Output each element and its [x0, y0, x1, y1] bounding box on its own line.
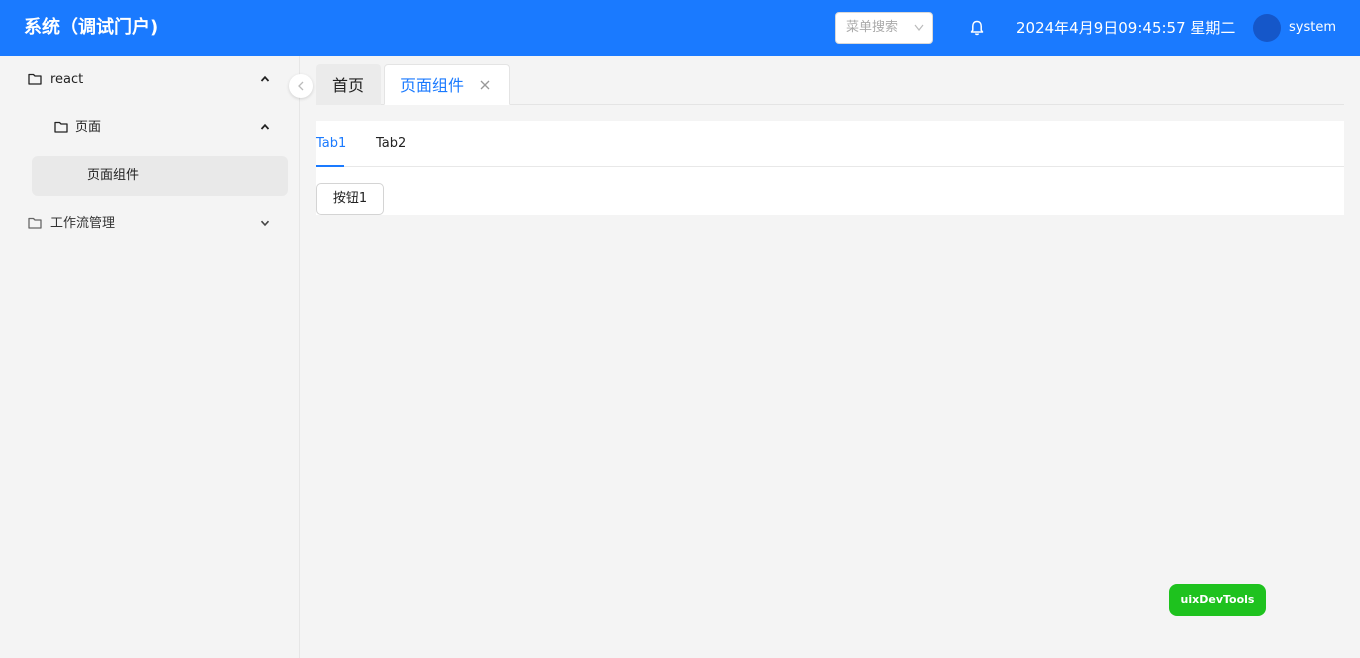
inner-tab-bar: Tab1 Tab2 — [316, 121, 1344, 167]
current-datetime: 2024年4月9日09:45:57 星期二 — [1016, 19, 1236, 37]
chevron-left-icon — [298, 81, 304, 91]
devtools-button[interactable]: uixDevTools — [1169, 584, 1266, 616]
chevron-up-icon — [260, 75, 270, 82]
menu-search-placeholder: 菜单搜索 — [846, 20, 899, 35]
sidebar-item-label: 页面 — [75, 120, 102, 135]
app-title: 系统（调试门户) — [24, 17, 159, 38]
chevron-up-icon — [260, 123, 270, 130]
sidebar: react 页面 页面组件 工作流管理 — [0, 56, 300, 658]
bell-icon[interactable] — [968, 19, 986, 37]
folder-icon — [54, 121, 68, 133]
avatar[interactable] — [1253, 14, 1281, 42]
username[interactable]: system — [1289, 20, 1336, 36]
content-card: Tab1 Tab2 按钮1 — [316, 121, 1344, 215]
sidebar-item-react[interactable]: react — [16, 60, 288, 100]
page-tab-bar: 首页 页面组件 — [316, 64, 1344, 105]
close-icon[interactable] — [480, 80, 490, 90]
folder-icon — [28, 73, 42, 85]
chevron-down-icon — [260, 220, 270, 227]
sidebar-item-label: react — [50, 72, 84, 87]
button-1[interactable]: 按钮1 — [316, 183, 384, 215]
sidebar-item-label: 页面组件 — [87, 168, 140, 183]
sidebar-collapse-button[interactable] — [289, 74, 313, 98]
sidebar-item-label: 工作流管理 — [50, 216, 116, 231]
active-tab-indicator — [316, 165, 344, 167]
tab-1[interactable]: Tab1 — [316, 135, 346, 153]
menu-search-select[interactable]: 菜单搜索 — [835, 12, 933, 44]
sidebar-item-workflow[interactable]: 工作流管理 — [16, 204, 288, 244]
top-header: 系统（调试门户) 菜单搜索 2024年4月9日09:45:57 星期二 syst… — [0, 0, 1360, 56]
page-tab-label: 首页 — [332, 76, 365, 95]
sidebar-item-pages[interactable]: 页面 — [16, 108, 288, 148]
folder-icon — [28, 217, 42, 229]
page-tab-home[interactable]: 首页 — [316, 64, 381, 105]
tab-2[interactable]: Tab2 — [376, 135, 406, 153]
page-tab-label: 页面组件 — [400, 76, 465, 95]
page-tab-page-components[interactable]: 页面组件 — [384, 64, 510, 105]
sidebar-item-page-components[interactable]: 页面组件 — [32, 156, 288, 196]
chevron-down-icon — [914, 24, 924, 31]
